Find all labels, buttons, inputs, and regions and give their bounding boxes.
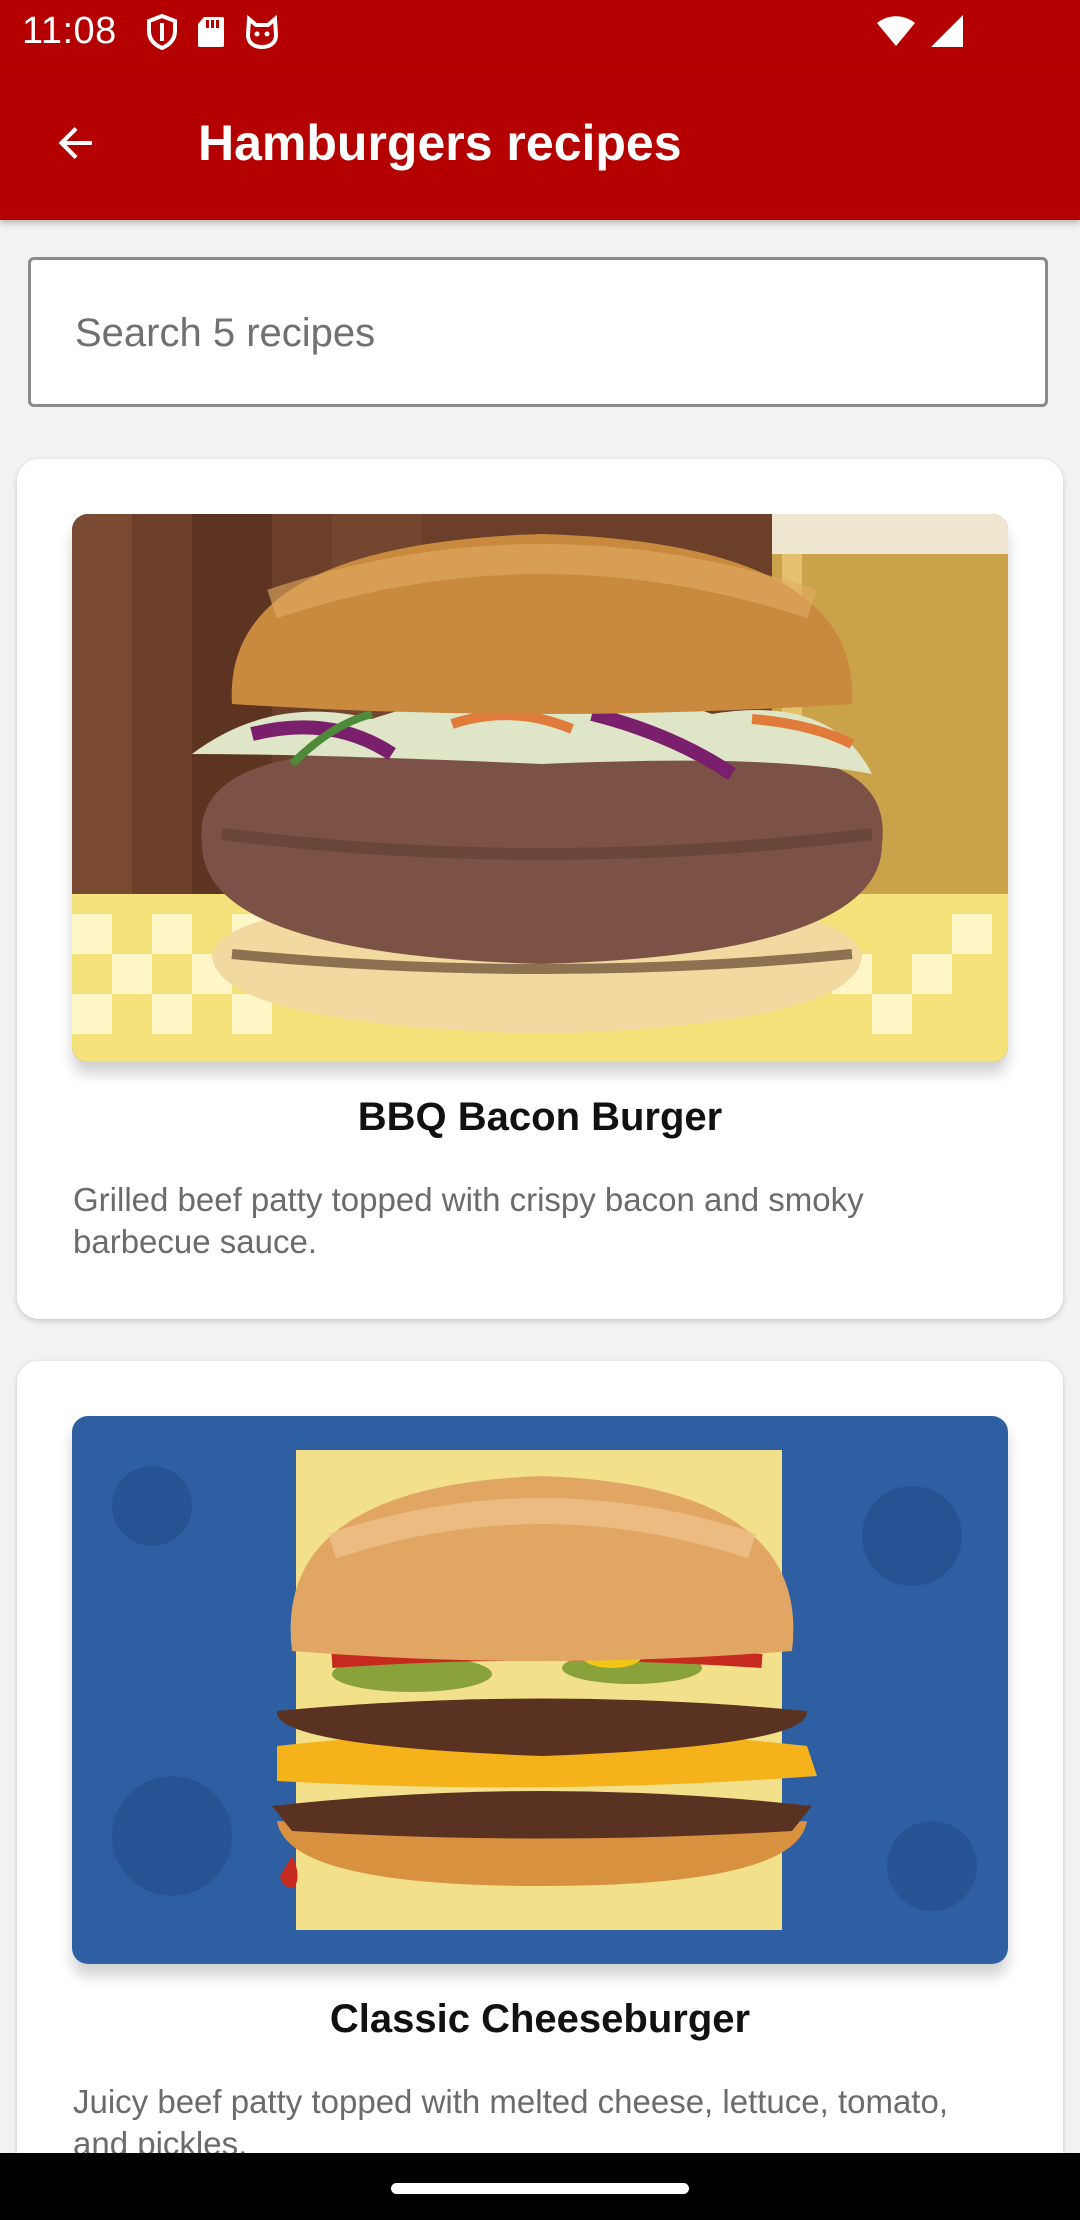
system-nav-bar: [0, 2153, 1080, 2220]
arrow-back-icon: [58, 127, 92, 159]
status-time: 11:08: [22, 10, 117, 52]
cell-signal-icon: [931, 15, 963, 47]
recipe-image-bbq-bacon-burger: [72, 514, 1008, 1062]
screen: 11:08 Hamburgers recipes Search 5 recipe…: [0, 0, 1080, 2220]
app-bar: Hamburgers recipes: [0, 66, 1080, 220]
search-input[interactable]: [73, 300, 1007, 366]
recipe-description: Grilled beef patty topped with crispy ba…: [73, 1181, 864, 1260]
wifi-icon: [877, 16, 915, 46]
recipe-card-classic-cheeseburger[interactable]: Classic Cheeseburger Juicy beef patty to…: [17, 1361, 1063, 2220]
search-box[interactable]: [28, 257, 1048, 407]
shield-icon: [147, 14, 177, 50]
status-icons-right: [876, 14, 964, 48]
back-button[interactable]: [36, 103, 116, 183]
home-gesture-handle[interactable]: [391, 2183, 689, 2194]
recipe-title: Classic Cheeseburger: [329, 1997, 751, 2041]
sd-card-icon: [198, 17, 224, 47]
recipe-image-classic-cheeseburger: [72, 1416, 1008, 1964]
recipe-card-bbq-bacon-burger[interactable]: BBQ Bacon Burger Grilled beef patty topp…: [17, 459, 1063, 1319]
status-icons-left: [146, 14, 280, 50]
recipe-title: BBQ Bacon Burger: [357, 1095, 723, 1139]
page-title: Hamburgers recipes: [198, 115, 682, 171]
status-bar: 11:08: [0, 0, 1080, 66]
cat-face-icon: [245, 15, 279, 49]
